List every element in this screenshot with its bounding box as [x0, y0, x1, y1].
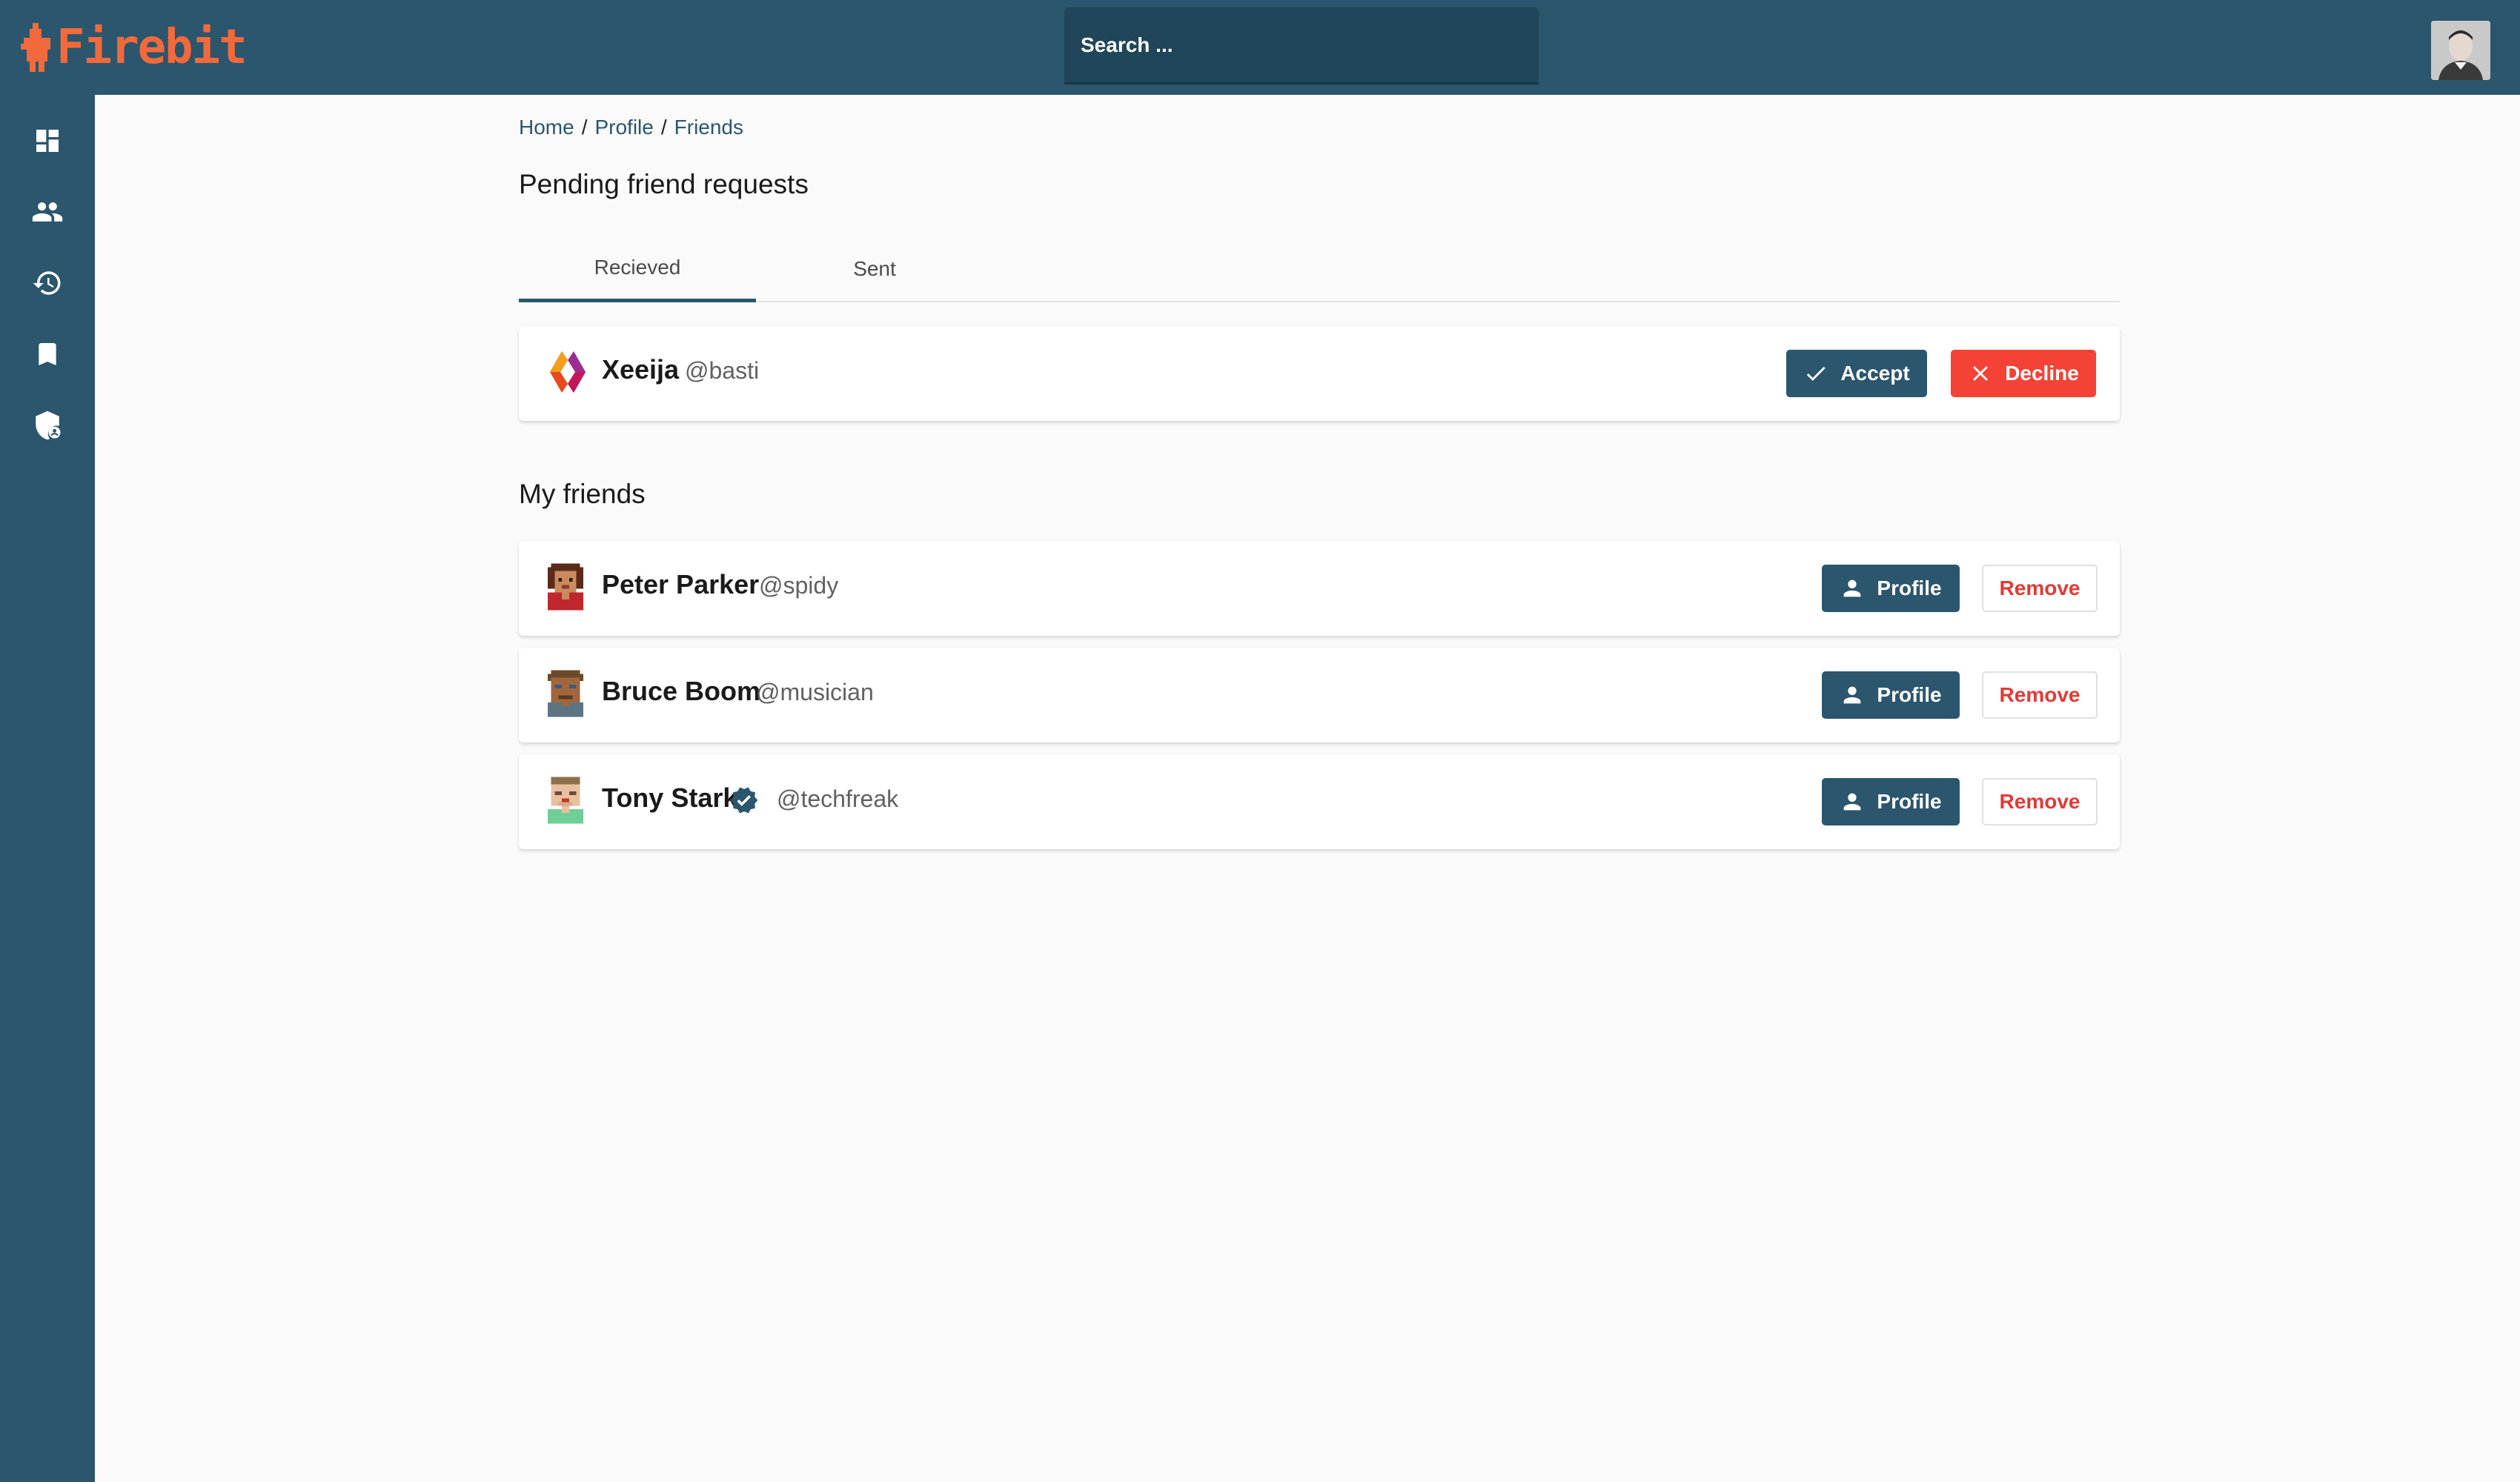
search-input[interactable] — [1064, 7, 1539, 84]
sidebar-item-dashboard[interactable] — [25, 119, 70, 163]
user-photo — [2431, 21, 2490, 80]
history-icon — [33, 271, 61, 295]
decline-button[interactable]: Decline — [1951, 350, 2096, 397]
close-icon — [1973, 366, 1989, 381]
profile-button[interactable]: Profile — [1822, 778, 1960, 825]
friend-card: Bruce Boom @musician Profile Remove — [519, 648, 2120, 742]
people-icon — [32, 202, 63, 222]
request-tabs: Recieved Sent — [519, 236, 2120, 302]
sidebar — [0, 95, 95, 1482]
profile-button[interactable]: Profile — [1822, 671, 1960, 719]
admin-shield-icon — [36, 411, 61, 440]
pixel-avatar-icon — [547, 777, 584, 824]
friend-name[interactable]: Bruce Boom — [602, 676, 760, 707]
friend-card: Tony Stark @techfreak Profile Remove — [519, 754, 2120, 849]
sidebar-item-friends[interactable] — [25, 190, 70, 234]
breadcrumb-separator: / — [660, 116, 667, 139]
avatar — [544, 348, 587, 396]
breadcrumb: Home / Profile / Friends — [519, 116, 743, 139]
tab-received[interactable]: Recieved — [519, 236, 756, 302]
firebit-flame-icon — [21, 23, 50, 72]
profile-label: Profile — [1877, 576, 1942, 599]
brand-name: Firebit — [56, 20, 248, 75]
my-friends-title: My friends — [519, 479, 646, 509]
friend-handle: @techfreak — [777, 785, 899, 812]
friend-handle: @musician — [756, 679, 874, 705]
friend-name[interactable]: Tony Stark — [602, 782, 737, 814]
xeeija-logo-icon — [550, 351, 586, 393]
friend-handle: @spidy — [759, 572, 839, 599]
top-app-bar: Firebit — [0, 0, 2520, 95]
friend-request-card: Xeeija @basti Accept Decline — [519, 326, 2120, 421]
verified-badge-icon — [730, 787, 758, 814]
pixel-avatar-icon — [547, 670, 584, 717]
avatar — [544, 670, 587, 717]
person-icon — [1844, 579, 1861, 597]
friend-card: Peter Parker @spidy Profile Remove — [519, 541, 2120, 636]
profile-button[interactable]: Profile — [1822, 565, 1960, 612]
breadcrumb-profile[interactable]: Profile — [594, 116, 653, 139]
profile-label: Profile — [1877, 790, 1942, 813]
sidebar-item-history[interactable] — [25, 261, 70, 305]
check-icon — [1807, 366, 1826, 381]
sidebar-item-admin[interactable] — [25, 403, 70, 448]
user-avatar[interactable] — [2431, 21, 2490, 80]
friend-name[interactable]: Xeeija — [602, 354, 679, 385]
friend-name[interactable]: Peter Parker — [602, 569, 759, 600]
firebit-logo[interactable]: Firebit — [21, 15, 248, 80]
remove-button[interactable]: Remove — [1982, 778, 2098, 825]
breadcrumb-separator: / — [581, 116, 588, 139]
accept-button[interactable]: Accept — [1786, 350, 1927, 397]
dashboard-icon — [36, 130, 59, 152]
breadcrumb-friends[interactable]: Friends — [674, 116, 743, 139]
person-icon — [1844, 793, 1861, 811]
decline-label: Decline — [2005, 362, 2079, 385]
tab-sent[interactable]: Sent — [756, 236, 993, 302]
bookmark-icon — [39, 343, 56, 365]
accept-label: Accept — [1840, 362, 1910, 385]
pending-requests-title: Pending friend requests — [519, 169, 809, 199]
profile-label: Profile — [1877, 683, 1942, 706]
sidebar-item-bookmarks[interactable] — [25, 332, 70, 376]
remove-button[interactable]: Remove — [1982, 565, 2098, 612]
avatar — [544, 563, 587, 611]
pixel-avatar-icon — [547, 563, 584, 611]
person-icon — [1844, 686, 1861, 704]
remove-button[interactable]: Remove — [1982, 671, 2098, 719]
breadcrumb-home[interactable]: Home — [519, 116, 574, 139]
friend-handle: @basti — [685, 357, 760, 384]
avatar — [544, 777, 587, 824]
